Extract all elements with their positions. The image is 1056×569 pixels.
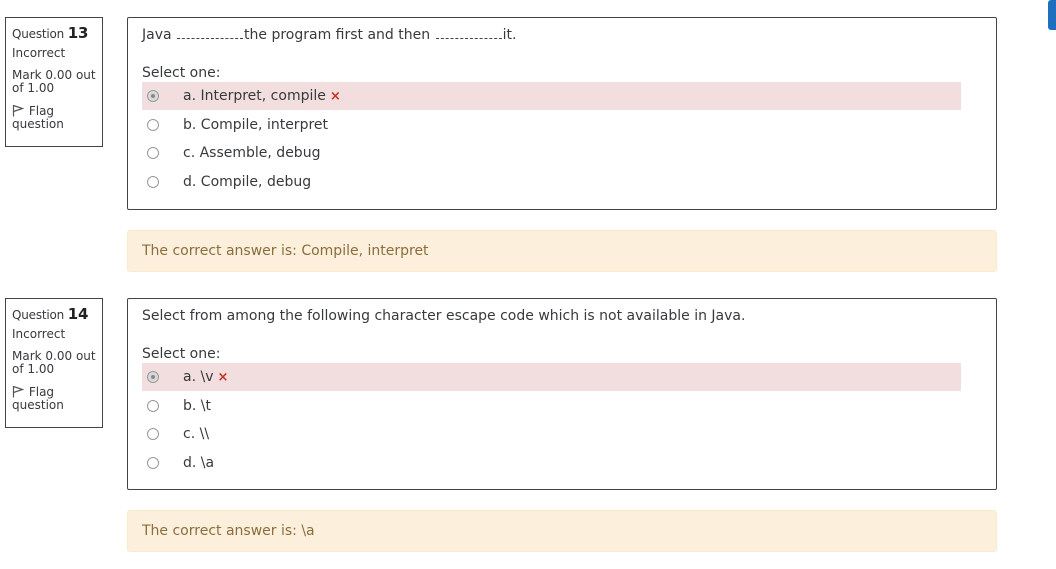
radio-button[interactable] [147,428,159,440]
answer-option-b[interactable]: b. Compile, interpret [142,111,961,139]
question-content: Select from among the following characte… [127,298,997,490]
question-text: Java the program first and then it. [142,27,516,43]
question-info: Question 14 Incorrect Mark 0.00 out of 1… [5,298,103,428]
answer-label: b. Compile, interpret [183,117,329,133]
question-number-value: 14 [67,305,89,323]
side-drawer-tab[interactable] [1048,0,1056,30]
answer-option-c[interactable]: c. Assemble, debug [142,139,961,167]
answer-option-d[interactable]: d. \a [142,449,961,477]
x-icon: × [217,369,229,385]
blank-line [435,27,502,39]
radio-button[interactable] [147,457,159,469]
flag-question-button[interactable]: Flag question [12,385,102,412]
flag-question-button[interactable]: Flag question [12,104,102,131]
answer-label: d. \a [183,455,215,471]
answer-option-a[interactable]: a. Interpret, compile × [142,82,961,110]
answer-option-a[interactable]: a. \v × [142,363,961,391]
question-text-part: the program first and then [244,27,435,43]
radio-button[interactable] [147,371,159,383]
correct-answer-feedback: The correct answer is: Compile, interpre… [127,230,997,272]
answer-label: a. \v [183,369,214,385]
radio-button[interactable] [147,90,159,102]
question-text: Select from among the following characte… [142,308,746,324]
answer-option-c[interactable]: c. \\ [142,420,961,448]
answer-label: d. Compile, debug [183,174,312,190]
question-number-value: 13 [67,24,89,42]
correct-answer-feedback: The correct answer is: \a [127,510,997,552]
x-icon: × [329,88,341,104]
select-prompt: Select one: [142,346,221,362]
question-state: Incorrect [12,327,66,341]
answer-option-b[interactable]: b. \t [142,392,961,420]
question-number: Question 14 [12,305,102,323]
question-grade: Mark 0.00 out of 1.00 [12,68,96,95]
answer-label: c. Assemble, debug [183,145,321,161]
question-grade: Mark 0.00 out of 1.00 [12,349,96,376]
radio-button[interactable] [147,176,159,188]
question-number-prefix: Question [12,27,65,41]
radio-button[interactable] [147,400,159,412]
question-info: Question 13 Incorrect Mark 0.00 out of 1… [5,17,103,147]
answer-option-d[interactable]: d. Compile, debug [142,168,961,196]
question-content: Java the program first and then it. Sele… [127,17,997,210]
question-number-prefix: Question [12,308,65,322]
question-text-part: it. [502,27,517,43]
question-state: Incorrect [12,46,66,60]
question-number: Question 13 [12,24,102,42]
answer-label: b. \t [183,398,211,414]
radio-button[interactable] [147,147,159,159]
flag-icon [12,385,25,398]
blank-line [177,27,244,39]
radio-button[interactable] [147,119,159,131]
question-text-part: Java [142,27,177,43]
answer-label: c. \\ [183,426,210,442]
select-prompt: Select one: [142,65,221,81]
answer-label: a. Interpret, compile [183,88,326,104]
flag-icon [12,104,25,117]
